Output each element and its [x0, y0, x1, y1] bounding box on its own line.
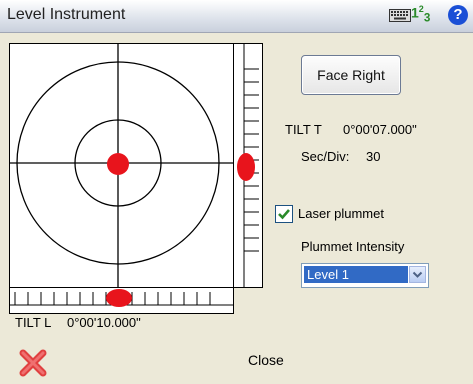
input-mode-indicator[interactable]: 123: [411, 4, 430, 24]
bubble-horizontal: [106, 289, 132, 307]
close-bar[interactable]: [0, 340, 473, 384]
tilt-t-label: TILT T: [285, 122, 322, 137]
bubble-vertical: [237, 153, 255, 181]
window-title: Level Instrument: [7, 6, 126, 23]
horizontal-scale-svg: [10, 289, 233, 307]
sec-div-label: Sec/Div:: [301, 149, 350, 164]
help-icon[interactable]: ?: [448, 5, 468, 25]
plummet-intensity-label: Plummet Intensity: [301, 239, 405, 254]
tilt-l-label: TILT L: [15, 315, 52, 330]
horizontal-scale: [9, 287, 234, 314]
close-button[interactable]: Close: [248, 352, 284, 368]
vertical-scale-svg: [237, 44, 259, 287]
tilt-l-value: 0°00'10.000": [67, 315, 141, 330]
laser-plummet-checkbox[interactable]: [275, 205, 293, 223]
vertical-scale: [233, 43, 263, 288]
chevron-down-icon[interactable]: [409, 266, 426, 283]
bubble-center: [107, 153, 129, 175]
plummet-intensity-value: Level 1: [304, 266, 408, 283]
check-icon: [278, 209, 290, 220]
tilt-t-value: 0°00'07.000": [343, 122, 417, 137]
plummet-intensity-select[interactable]: Level 1: [301, 263, 429, 288]
input-mode-3: 3: [423, 11, 431, 25]
laser-plummet-label[interactable]: Laser plummet: [298, 206, 384, 221]
input-mode-1: 1: [411, 4, 419, 21]
face-right-button[interactable]: Face Right: [301, 55, 401, 95]
tilt-graph-svg: [10, 44, 233, 287]
keyboard-icon[interactable]: [389, 9, 411, 22]
title-bar: Level Instrument 123 ?: [0, 0, 473, 33]
sec-div-value: 30: [366, 149, 381, 164]
close-icon[interactable]: [17, 347, 49, 379]
tilt-graph: [9, 43, 234, 288]
